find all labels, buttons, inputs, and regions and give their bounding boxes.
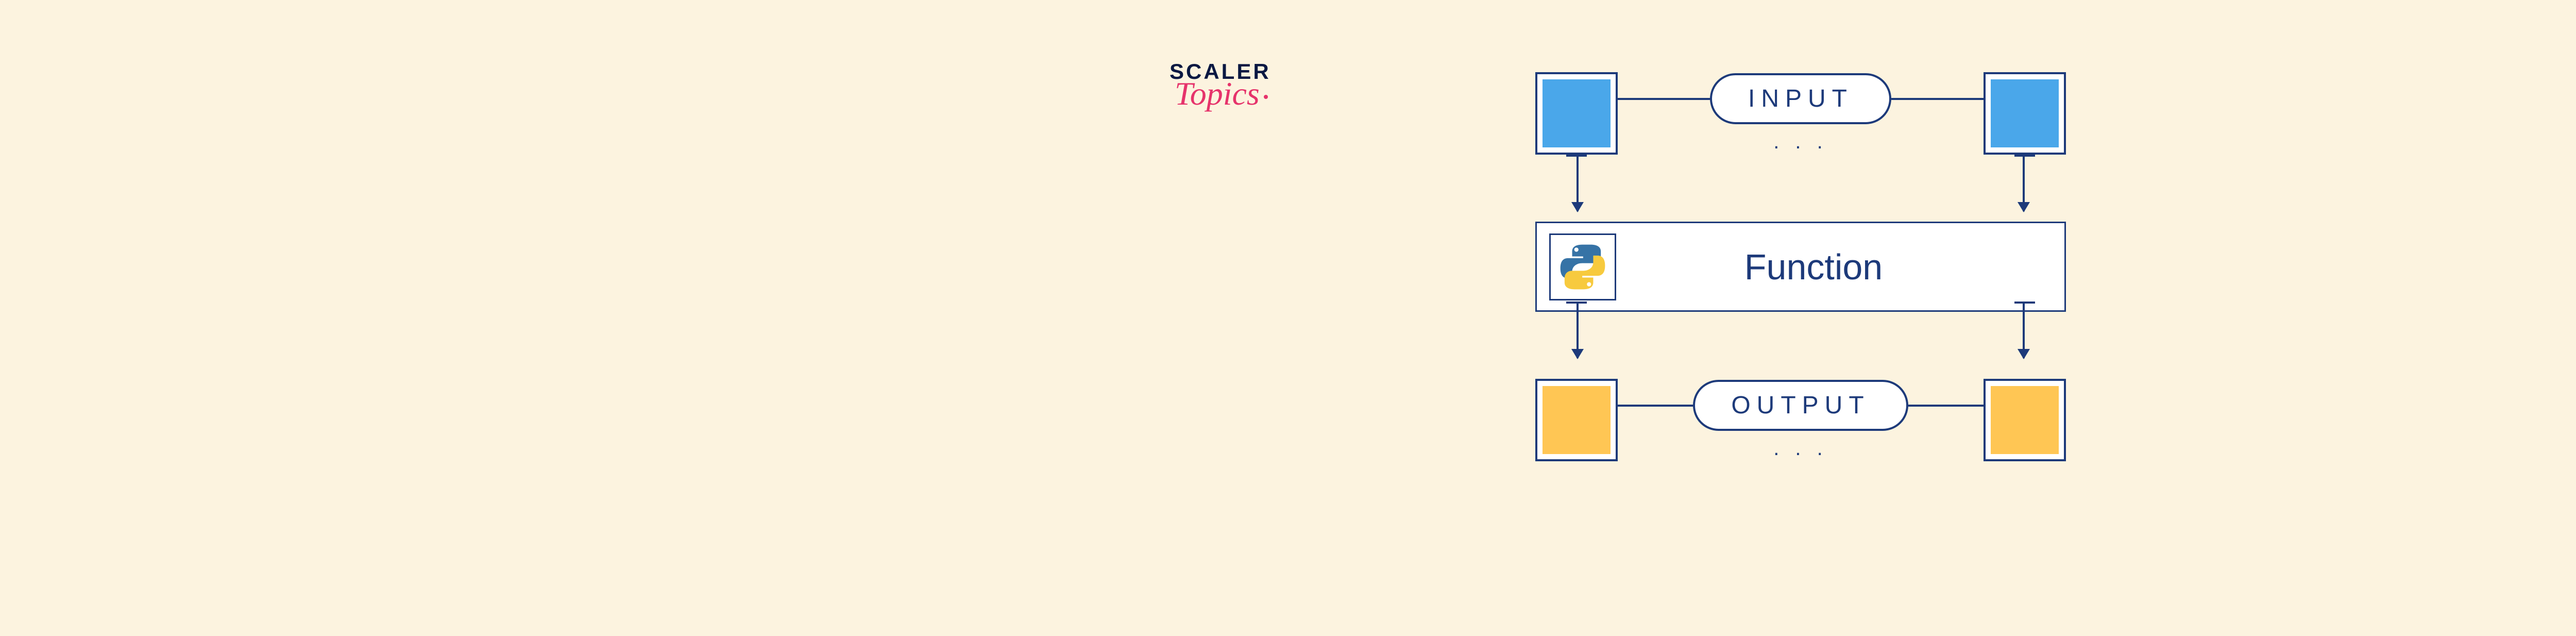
input-box — [1535, 72, 1618, 155]
arrow-down-icon — [1577, 302, 1579, 358]
connector-line — [2014, 302, 2035, 304]
output-label-pill: OUTPUT — [1693, 380, 1908, 431]
output-box — [1535, 379, 1618, 461]
logo-dot-icon — [1264, 95, 1268, 99]
input-row: INPUT . . . — [1535, 72, 2066, 155]
connector-line — [1908, 405, 1984, 407]
input-box — [1984, 72, 2066, 155]
function-box: Function — [1535, 222, 2066, 312]
function-label: Function — [1642, 246, 2052, 288]
output-box-fill — [1991, 386, 2059, 454]
scaler-topics-logo: SCALER Topics — [1170, 59, 1271, 113]
connector-line — [1891, 98, 1984, 100]
output-box-fill — [1543, 386, 1611, 454]
connector-line — [2014, 155, 2035, 157]
output-row: OUTPUT . . . — [1535, 379, 2066, 461]
connector-line — [1618, 405, 1693, 407]
arrow-down-icon — [2023, 302, 2025, 358]
logo-topics-text: Topics — [1175, 75, 1271, 113]
output-box — [1984, 379, 2066, 461]
ellipsis: . . . — [1773, 130, 1828, 154]
arrow-down-icon — [1577, 155, 1579, 211]
python-logo-icon — [1549, 233, 1616, 300]
input-label-pill: INPUT — [1710, 73, 1891, 124]
function-flow-diagram: INPUT . . . Function OUTPU — [1535, 72, 2066, 461]
arrow-down-icon — [2023, 155, 2025, 211]
ellipsis: . . . — [1773, 437, 1828, 460]
connector-line — [1618, 98, 1710, 100]
input-box-fill — [1543, 79, 1611, 147]
input-box-fill — [1991, 79, 2059, 147]
